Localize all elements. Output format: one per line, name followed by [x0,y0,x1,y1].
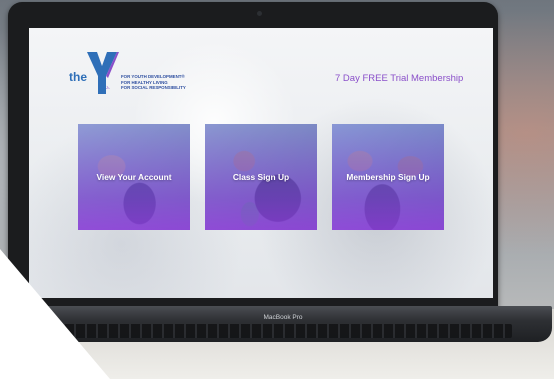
logo-letter: Y [105,85,112,91]
view-account-tile[interactable]: View Your Account [78,124,190,230]
keyboard [54,324,512,338]
webcam-icon [257,11,262,16]
tile-label: Membership Sign Up [346,172,430,182]
tagline-line-3: FOR SOCIAL RESPONSIBILITY [121,85,186,90]
tile-label: Class Sign Up [232,172,290,182]
ymca-logo[interactable]: the Y FOR YOUTH DEVELOPMENT® FOR HEALTHY… [69,50,209,100]
class-sign-up-tile[interactable]: Class Sign Up [205,124,317,230]
tagline-line-1: FOR YOUTH DEVELOPMENT® [121,74,185,79]
y-logo-icon: Y [87,52,119,94]
tile-label: View Your Account [96,172,172,182]
membership-sign-up-tile[interactable]: Membership Sign Up [332,124,444,230]
trial-promo-link[interactable]: 7 Day FREE Trial Membership [335,73,463,84]
logo-tagline: FOR YOUTH DEVELOPMENT® FOR HEALTHY LIVIN… [121,74,186,91]
white-corner-shape [0,249,110,379]
